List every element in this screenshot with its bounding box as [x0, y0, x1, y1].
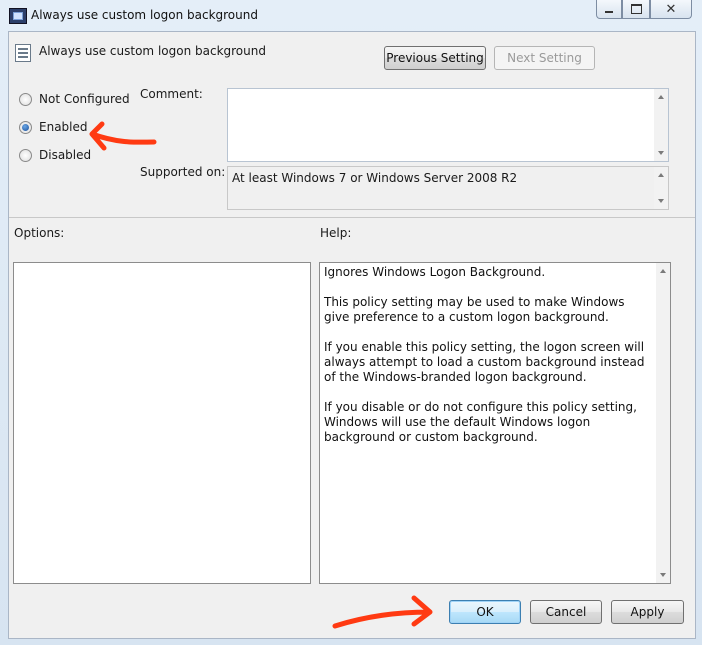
options-label: Options: [14, 226, 65, 240]
supported-on-box: At least Windows 7 or Windows Server 200… [227, 166, 669, 210]
close-button[interactable]: ✕ [650, 0, 692, 19]
radio-disabled-button[interactable] [19, 148, 32, 162]
scroll-down-icon[interactable] [660, 573, 666, 577]
minimize-icon [605, 11, 613, 13]
help-paragraph: This policy setting may be used to make … [324, 295, 625, 324]
section-divider [9, 217, 695, 218]
help-scrollbar[interactable] [656, 263, 670, 583]
help-paragraph: Ignores Windows Logon Background. [324, 265, 546, 279]
annotation-arrow-ok [332, 595, 433, 629]
next-setting-button[interactable]: Next Setting [494, 46, 595, 70]
cancel-button[interactable]: Cancel [530, 600, 602, 624]
apply-button[interactable]: Apply [611, 600, 684, 624]
comment-label: Comment: [140, 87, 203, 101]
title-bar[interactable]: Always use custom logon background ✕ [0, 0, 702, 30]
group-policy-setting-dialog: Always use custom logon background ✕ Alw… [0, 0, 702, 645]
comment-textbox[interactable] [227, 88, 669, 162]
radio-not-configured-label: Not Configured [39, 92, 130, 106]
supported-on-value: At least Windows 7 or Windows Server 200… [232, 171, 518, 185]
ok-button[interactable]: OK [449, 600, 521, 624]
scroll-up-icon[interactable] [658, 173, 664, 177]
scroll-down-icon[interactable] [658, 199, 664, 203]
window-controls: ✕ [596, 0, 692, 19]
supported-scrollbar[interactable] [654, 167, 668, 209]
comment-scrollbar[interactable] [654, 89, 668, 161]
window-title: Always use custom logon background [31, 8, 258, 22]
previous-setting-button[interactable]: Previous Setting [384, 46, 486, 70]
scroll-down-icon[interactable] [658, 151, 664, 155]
help-text: Ignores Windows Logon Background. This p… [324, 265, 652, 460]
policy-window-icon [9, 8, 27, 24]
help-paragraph: If you disable or do not configure this … [324, 400, 637, 444]
policy-setting-icon [15, 44, 31, 62]
maximize-button[interactable] [622, 0, 650, 19]
radio-not-configured-button[interactable] [19, 92, 32, 106]
help-label: Help: [320, 226, 352, 240]
minimize-button[interactable] [596, 0, 622, 19]
supported-on-label: Supported on: [140, 165, 226, 179]
close-icon: ✕ [665, 1, 677, 17]
scroll-up-icon[interactable] [660, 269, 666, 273]
maximize-icon [630, 4, 642, 14]
setting-title: Always use custom logon background [39, 44, 266, 58]
annotation-arrow-enabled-stroke [89, 121, 157, 151]
options-panel[interactable] [13, 262, 311, 584]
help-panel[interactable]: Ignores Windows Logon Background. This p… [319, 262, 671, 584]
annotation-arrow-ok-stroke [332, 595, 433, 629]
scroll-up-icon[interactable] [658, 95, 664, 99]
radio-enabled[interactable]: Enabled [19, 120, 88, 134]
help-paragraph: If you enable this policy setting, the l… [324, 340, 645, 384]
radio-not-configured[interactable]: Not Configured [19, 92, 130, 106]
radio-enabled-button[interactable] [19, 120, 32, 134]
annotation-arrow-enabled [89, 121, 157, 151]
